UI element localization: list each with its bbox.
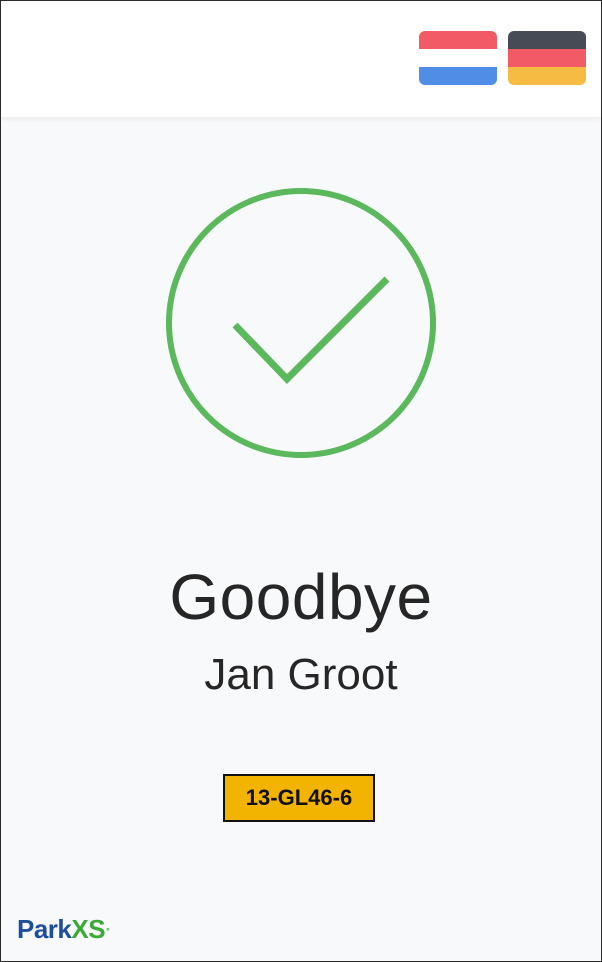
checkmark-circle-icon [161, 183, 441, 463]
goodbye-title: Goodbye [169, 561, 433, 633]
header-bar [1, 1, 601, 117]
netherlands-flag-icon[interactable] [419, 31, 497, 85]
germany-flag-icon[interactable] [508, 31, 586, 85]
parkxs-logo: ParkXS° [17, 911, 110, 947]
goodbye-screen: Goodbye Jan Groot 13-GL46-6 ParkXS° [0, 0, 602, 962]
logo-text-xs: XS [71, 914, 106, 944]
license-plate: 13-GL46-6 [223, 774, 375, 822]
logo-mark: ° [106, 926, 110, 936]
customer-name: Jan Groot [204, 650, 398, 699]
logo-text-park: Park [17, 914, 72, 944]
